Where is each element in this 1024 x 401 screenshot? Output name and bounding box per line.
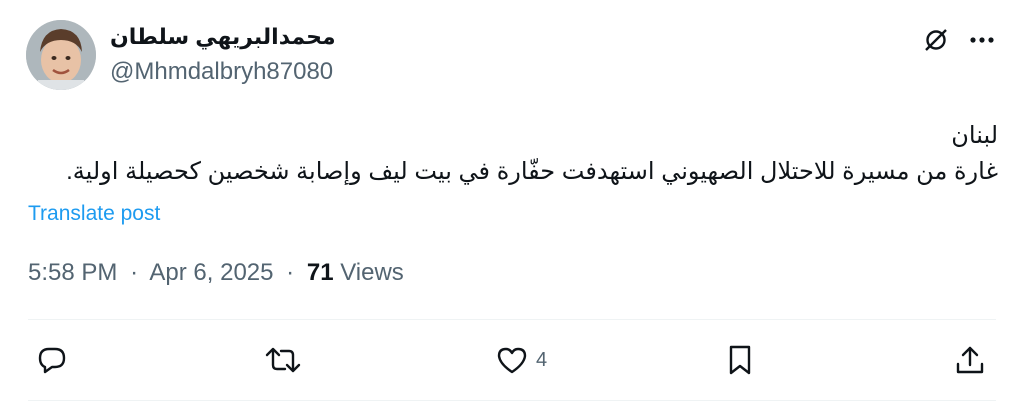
grok-button[interactable] [920,24,952,56]
reply-button[interactable] [36,342,68,378]
heart-icon [497,347,527,374]
author-handle[interactable]: @Mhmdalbryh87080 [110,58,333,86]
like-button[interactable]: 4 [496,342,547,378]
share-icon [956,346,984,374]
like-count: 4 [536,348,548,371]
author-display-name[interactable]: محمدالبريهي سلطان [110,24,336,50]
repost-button[interactable] [264,342,302,378]
post-time[interactable]: 5:58 PM [28,259,117,286]
more-options-button[interactable] [964,24,1000,56]
more-icon [970,37,994,43]
grok-icon [925,29,947,51]
views-label[interactable]: Views [340,259,404,286]
tweet-card: محمدالبريهي سلطان @Mhmdalbryh87080 لبنان… [0,0,1024,401]
avatar-image [26,20,96,90]
views-count[interactable]: 71 [307,259,334,286]
bookmark-icon [729,345,751,375]
meta-separator: · [286,259,295,286]
reply-icon [38,347,66,374]
bookmark-button[interactable] [726,342,754,378]
post-text-line: لبنان [951,122,998,149]
meta-separator: · [130,259,139,286]
post-text: لبنان غارة من مسيرة للاحتلال الصهيوني اس… [38,118,998,190]
share-button[interactable] [954,342,986,378]
post-date[interactable]: Apr 6, 2025 [149,259,273,286]
post-meta: 5:58 PM · Apr 6, 2025 · 71 Views [28,259,404,287]
post-text-line: غارة من مسيرة للاحتلال الصهيوني استهدفت … [66,158,998,185]
divider [28,319,996,320]
avatar[interactable] [26,20,96,90]
translate-post-link[interactable]: Translate post [28,202,160,226]
repost-icon [265,347,301,373]
